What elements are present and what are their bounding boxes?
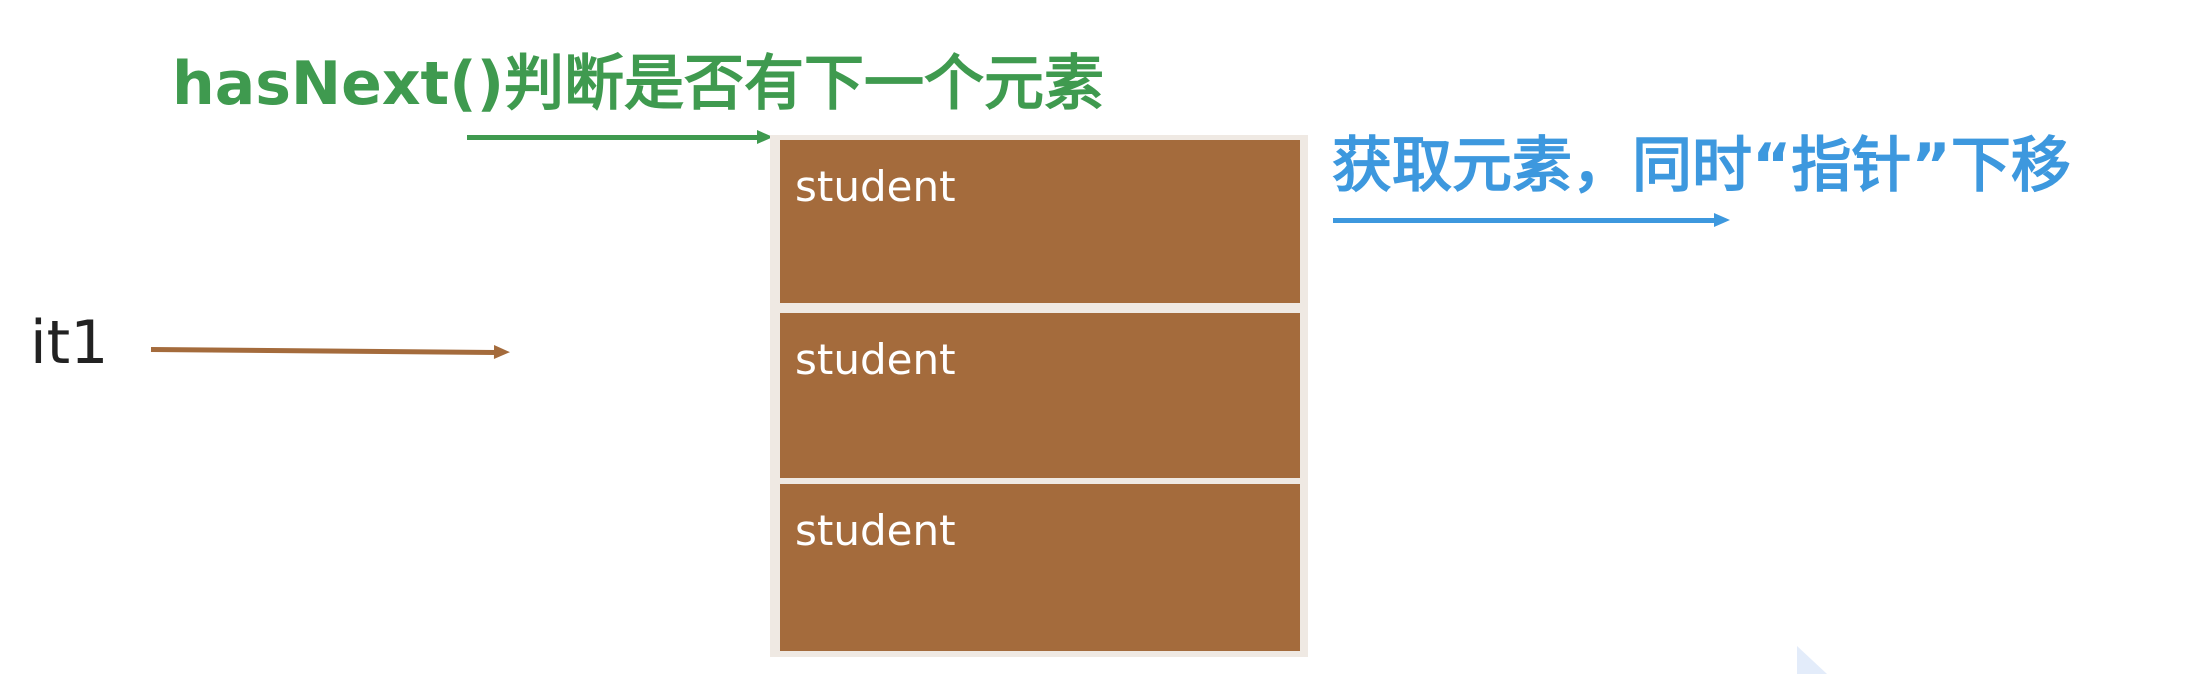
iterator-arrow: [150, 347, 497, 356]
element-label: student: [795, 162, 956, 211]
iterator-diagram: hasNext()判断是否有下一个元素 获取元素，同时“指针”下移 it1 st…: [0, 0, 2194, 676]
element-label: student: [795, 506, 956, 555]
collection-element: student: [780, 140, 1300, 303]
next-arrow: [1333, 213, 1730, 227]
hasnext-arrow: [467, 130, 773, 144]
corner-decoration: [1797, 646, 1827, 674]
hasnext-label: hasNext()判断是否有下一个元素: [172, 49, 1105, 119]
collection-element: student: [780, 313, 1300, 478]
collection-element: student: [780, 484, 1300, 651]
next-label: 获取元素，同时“指针”下移: [1332, 131, 2071, 201]
element-label: student: [795, 335, 956, 384]
iterator-label: it1: [30, 308, 109, 378]
